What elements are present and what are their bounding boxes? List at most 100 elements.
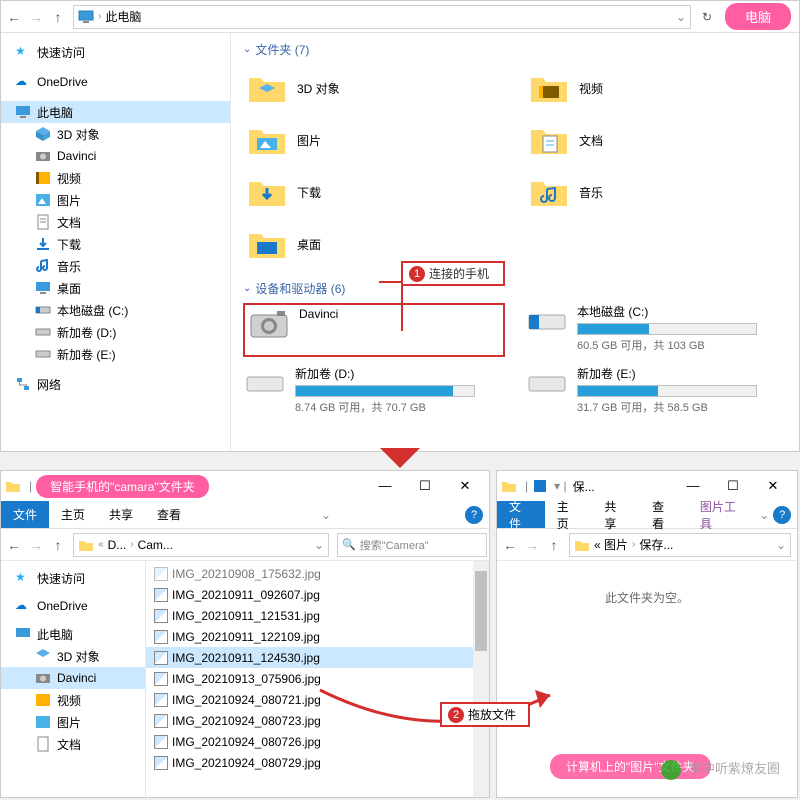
ribbon-pictools[interactable]: 图片工具 bbox=[688, 501, 759, 528]
sidebar-item[interactable]: 3D 对象 bbox=[1, 123, 230, 145]
nav-fwd[interactable]: → bbox=[521, 534, 543, 556]
nav-up[interactable]: ↑ bbox=[47, 534, 69, 556]
image-file-icon bbox=[154, 651, 168, 665]
file-row[interactable]: IMG_20210924_080723.jpg bbox=[146, 710, 489, 731]
drive-c[interactable]: 本地磁盘 (C:)60.5 GB 可用，共 103 GB bbox=[525, 303, 787, 357]
nav-up[interactable]: ↑ bbox=[47, 6, 69, 28]
file-row[interactable]: IMG_20210911_122109.jpg bbox=[146, 626, 489, 647]
sidebar-onedrive[interactable]: ☁ OneDrive bbox=[1, 71, 230, 93]
sidebar-item[interactable]: 下载 bbox=[1, 233, 230, 255]
file-row[interactable]: IMG_20210911_121531.jpg bbox=[146, 605, 489, 626]
save-icon bbox=[532, 478, 548, 494]
folders-header[interactable]: ⌄文件夹 (7) bbox=[243, 41, 787, 58]
ribbon-view[interactable]: 查看 bbox=[145, 501, 193, 528]
sidebar-onedrive[interactable]: ☁OneDrive bbox=[1, 595, 145, 617]
ribbon-home[interactable]: 主页 bbox=[49, 501, 97, 528]
sidebar-quick-access[interactable]: ★快速访问 bbox=[1, 567, 145, 589]
scrollbar[interactable] bbox=[473, 561, 489, 797]
ribbon-view[interactable]: 查看 bbox=[640, 501, 688, 528]
minimize-button[interactable]: — bbox=[673, 478, 713, 494]
drive-d[interactable]: 新加卷 (D:)8.74 GB 可用，共 70.7 GB bbox=[243, 365, 505, 419]
file-row[interactable]: IMG_20210911_092607.jpg bbox=[146, 584, 489, 605]
folder-icon bbox=[5, 478, 21, 494]
address-bar[interactable]: « 图片 › 保存... ⌄ bbox=[569, 533, 791, 557]
sidebar-item[interactable]: 音乐 bbox=[1, 255, 230, 277]
folder-icon bbox=[247, 122, 287, 158]
maximize-button[interactable]: ☐ bbox=[405, 478, 445, 494]
folder-download[interactable]: 下载 bbox=[243, 168, 505, 216]
file-row[interactable]: IMG_20210924_080729.jpg bbox=[146, 752, 489, 773]
ribbon: 文件 主页 共享 查看 图片工具 ⌄ ? bbox=[497, 501, 797, 529]
ribbon-file[interactable]: 文件 bbox=[497, 501, 545, 528]
sidebar-thispc[interactable]: 此电脑 bbox=[1, 623, 145, 645]
close-button[interactable]: ✕ bbox=[753, 478, 793, 494]
ribbon-file[interactable]: 文件 bbox=[1, 501, 49, 528]
address-bar[interactable]: « D... › Cam... ⌄ bbox=[73, 533, 329, 557]
sidebar-item[interactable]: 图片 bbox=[1, 189, 230, 211]
camera-icon bbox=[35, 148, 51, 164]
ribbon-collapse-icon[interactable]: ⌄ bbox=[759, 508, 769, 522]
file-row-selected[interactable]: IMG_20210911_124530.jpg bbox=[146, 647, 489, 668]
cloud-icon: ☁ bbox=[15, 598, 31, 614]
file-row[interactable]: IMG_20210908_175632.jpg bbox=[146, 563, 489, 584]
sidebar-item[interactable]: 文档 bbox=[1, 211, 230, 233]
sidebar-item[interactable]: 文档 bbox=[1, 733, 145, 755]
minimize-button[interactable]: — bbox=[365, 478, 405, 494]
close-button[interactable]: ✕ bbox=[445, 478, 485, 494]
nav-fwd[interactable]: → bbox=[25, 6, 47, 28]
search-input[interactable]: 🔍 搜索"Camera" bbox=[337, 533, 487, 557]
star-icon: ★ bbox=[15, 44, 31, 60]
ribbon-collapse-icon[interactable]: ⌄ bbox=[321, 508, 331, 522]
nav-back[interactable]: ← bbox=[3, 534, 25, 556]
breadcrumb-thispc[interactable]: 此电脑 bbox=[105, 8, 141, 25]
file-row[interactable]: IMG_20210924_080721.jpg bbox=[146, 689, 489, 710]
ribbon-share[interactable]: 共享 bbox=[97, 501, 145, 528]
file-row[interactable]: IMG_20210924_080726.jpg bbox=[146, 731, 489, 752]
ribbon-share[interactable]: 共享 bbox=[592, 501, 640, 528]
address-bar[interactable]: › 此电脑 ⌄ bbox=[73, 5, 691, 29]
folder-music[interactable]: 音乐 bbox=[525, 168, 787, 216]
maximize-button[interactable]: ☐ bbox=[713, 478, 753, 494]
image-file-icon bbox=[154, 756, 168, 770]
sidebar-item[interactable]: 新加卷 (E:) bbox=[1, 343, 230, 365]
folder-3d[interactable]: 3D 对象 bbox=[243, 64, 505, 112]
sidebar-item[interactable]: Davinci bbox=[1, 145, 230, 167]
explorer-pictures-window: | ▾ | 保... — ☐ ✕ 文件 主页 共享 查看 图片工具 ⌄ ? ← … bbox=[496, 470, 798, 798]
ribbon-home[interactable]: 主页 bbox=[545, 501, 593, 528]
sidebar-item[interactable]: 新加卷 (D:) bbox=[1, 321, 230, 343]
drive-e[interactable]: 新加卷 (E:)31.7 GB 可用，共 58.5 GB bbox=[525, 365, 787, 419]
refresh-button[interactable]: ↻ bbox=[695, 10, 719, 24]
scroll-thumb[interactable] bbox=[475, 571, 487, 651]
sidebar-network[interactable]: 网络 bbox=[1, 373, 230, 395]
image-file-icon bbox=[154, 588, 168, 602]
folder-video[interactable]: 视频 bbox=[525, 64, 787, 112]
drives-header[interactable]: ⌄设备和驱动器 (6) bbox=[243, 280, 787, 297]
sidebar-item[interactable]: 视频 bbox=[1, 689, 145, 711]
sidebar-quick-access[interactable]: ★ 快速访问 bbox=[1, 41, 230, 63]
sidebar-thispc[interactable]: 此电脑 bbox=[1, 101, 230, 123]
folder-document[interactable]: 文档 bbox=[525, 116, 787, 164]
device-davinci[interactable]: Davinci bbox=[243, 303, 505, 357]
folder-icon bbox=[247, 226, 287, 262]
image-file-icon bbox=[154, 630, 168, 644]
sidebar-item[interactable]: 3D 对象 bbox=[1, 645, 145, 667]
main-panel: ⌄文件夹 (7) 3D 对象 视频 图片 文档 下载 音乐 桌面 1 连接的手机… bbox=[231, 33, 799, 451]
help-button[interactable]: ? bbox=[465, 506, 483, 524]
folder-picture[interactable]: 图片 bbox=[243, 116, 505, 164]
help-button[interactable]: ? bbox=[773, 506, 791, 524]
sidebar-item[interactable]: 本地磁盘 (C:) bbox=[1, 299, 230, 321]
address-bar-row: ← → ↑ › 此电脑 ⌄ ↻ 电脑 bbox=[1, 1, 799, 33]
nav-back[interactable]: ← bbox=[499, 534, 521, 556]
dropdown-icon[interactable]: ⌄ bbox=[676, 10, 686, 24]
sidebar-item[interactable]: 图片 bbox=[1, 711, 145, 733]
sidebar-item[interactable]: 视频 bbox=[1, 167, 230, 189]
sidebar-item[interactable]: 桌面 bbox=[1, 277, 230, 299]
cube-icon bbox=[35, 126, 51, 142]
nav-back[interactable]: ← bbox=[3, 6, 25, 28]
nav-up[interactable]: ↑ bbox=[543, 534, 565, 556]
title-bar: | 智能手机的"camara"文件夹 — ☐ ✕ bbox=[1, 471, 489, 501]
sidebar-item-davinci[interactable]: Davinci bbox=[1, 667, 145, 689]
nav-fwd[interactable]: → bbox=[25, 534, 47, 556]
file-row[interactable]: IMG_20210913_075906.jpg bbox=[146, 668, 489, 689]
star-icon: ★ bbox=[15, 570, 31, 586]
